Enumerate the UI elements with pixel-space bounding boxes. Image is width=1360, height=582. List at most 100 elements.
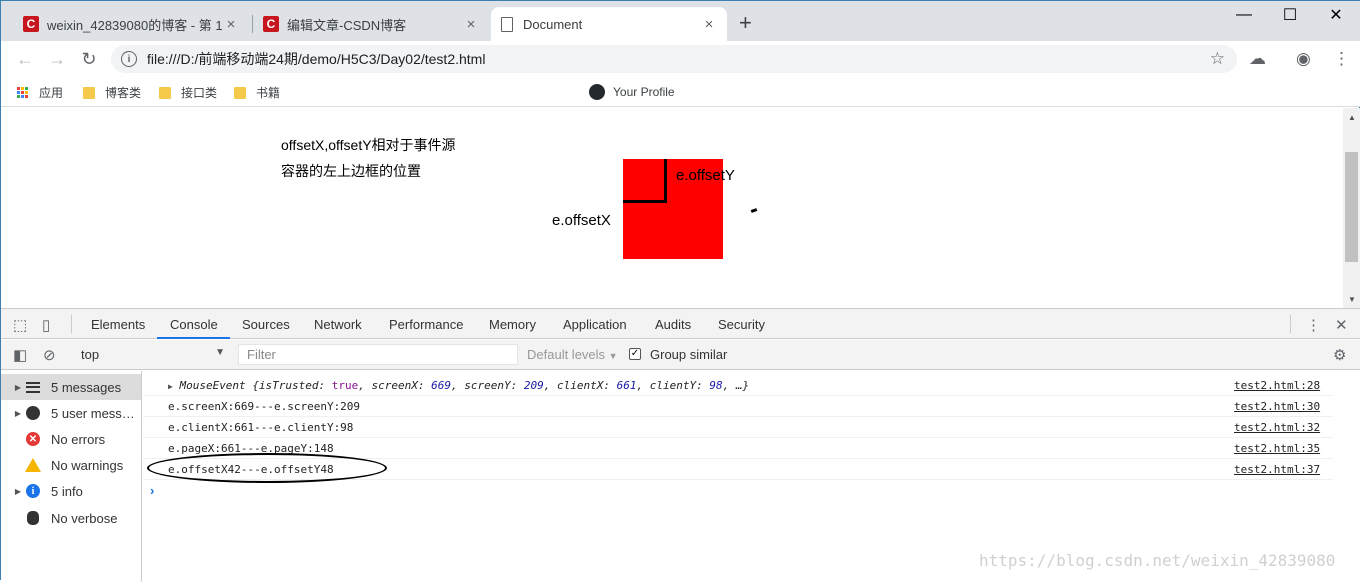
close-window-button[interactable]: ✕ xyxy=(1313,1,1359,29)
sidebar-item-user-messages[interactable]: ▶ 5 user mess… xyxy=(1,400,141,426)
star-icon[interactable]: ☆ xyxy=(1210,49,1225,69)
log-row-mouseevent[interactable]: ▶ MouseEvent {isTrusted: true, screenX: … xyxy=(143,375,1333,396)
maximize-button[interactable]: ☐ xyxy=(1267,1,1313,29)
settings-gear-icon[interactable]: ⚙ xyxy=(1333,346,1346,364)
address-bar[interactable]: i file:///D:/前端移动端24期/demo/H5C3/Day02/te… xyxy=(111,45,1237,73)
scroll-up-icon[interactable]: ▲ xyxy=(1348,113,1356,122)
folder-icon xyxy=(83,86,95,99)
minimize-button[interactable]: — xyxy=(1221,1,1267,29)
filter-input[interactable]: Filter xyxy=(238,344,518,365)
inspect-icon[interactable]: ⬚ xyxy=(13,316,27,334)
console-prompt-icon[interactable]: › xyxy=(150,483,154,498)
sidebar-item-warnings[interactable]: No warnings xyxy=(1,452,141,478)
event-screen-x: 669 xyxy=(431,379,452,392)
bookmark-apps[interactable]: 应用 xyxy=(17,84,63,101)
bookmark-label: 应用 xyxy=(39,86,64,100)
close-icon[interactable]: × xyxy=(463,16,479,33)
forward-button[interactable]: → xyxy=(45,47,69,71)
group-similar-checkbox[interactable]: ✓ xyxy=(629,348,641,360)
default-levels-select[interactable]: Default levels ▼ xyxy=(527,347,618,362)
apps-icon xyxy=(17,86,29,99)
device-toggle-icon[interactable]: ▯ xyxy=(42,316,50,334)
sidebar-item-label: No errors xyxy=(51,431,106,447)
scrollbar-thumb[interactable] xyxy=(1345,152,1358,262)
page-content: offsetX,offsetY相对于事件源 容器的左上边框的位置 e.offse… xyxy=(1,108,1343,308)
levels-label: Default levels xyxy=(527,347,606,362)
log-message: ▶ MouseEvent {isTrusted: true, screenX: … xyxy=(168,379,750,392)
sidebar-item-errors[interactable]: ✕ No errors xyxy=(1,426,141,452)
tab-elements[interactable]: Elements xyxy=(91,317,145,332)
reload-button[interactable]: ↻ xyxy=(77,47,101,71)
log-row: e.clientX:661---e.clientY:98 test2.html:… xyxy=(143,417,1333,438)
tab-strip: C weixin_42839080的博客 - 第 1 × C 编辑文章-CSDN… xyxy=(1,1,1360,41)
scroll-down-icon[interactable]: ▼ xyxy=(1348,295,1356,304)
tab-performance[interactable]: Performance xyxy=(389,317,463,332)
console-sidebar: ▶ 5 messages ▶ 5 user mess… ✕ No errors … xyxy=(1,371,142,582)
bookmark-api[interactable]: 接口类 xyxy=(159,84,217,101)
sidebar-toggle-icon[interactable]: ◧ xyxy=(13,346,27,364)
document-icon xyxy=(501,16,513,32)
info-icon[interactable]: i xyxy=(121,51,137,67)
expand-arrow-icon[interactable]: ▶ xyxy=(11,409,25,418)
sidebar-item-verbose[interactable]: No verbose xyxy=(1,505,141,531)
bookmarks-bar: 应用 博客类 接口类 书籍 Your Profile xyxy=(1,77,1360,107)
chevron-down-icon: ▼ xyxy=(608,351,618,361)
tab-document[interactable]: Document × xyxy=(491,7,727,41)
url-text: file:///D:/前端移动端24期/demo/H5C3/Day02/test… xyxy=(147,51,486,67)
tab-sources[interactable]: Sources xyxy=(242,317,290,332)
folder-icon xyxy=(159,86,171,99)
tab-audits[interactable]: Audits xyxy=(655,317,691,332)
new-tab-button[interactable]: + xyxy=(739,10,752,36)
offset-x-label: e.offsetX xyxy=(552,212,611,229)
expand-arrow-icon[interactable]: ▶ xyxy=(168,382,173,391)
back-button[interactable]: ← xyxy=(13,47,37,71)
close-icon[interactable]: × xyxy=(223,16,239,33)
log-source-link[interactable]: test2.html:28 xyxy=(1234,379,1320,392)
tab-security[interactable]: Security xyxy=(718,317,765,332)
bookmark-label: 接口类 xyxy=(181,86,218,100)
close-devtools-icon[interactable]: ✕ xyxy=(1335,316,1348,334)
profile-icon[interactable]: ◉ xyxy=(1296,49,1311,69)
event-client-y: 98 xyxy=(709,379,723,392)
sidebar-item-messages[interactable]: ▶ 5 messages xyxy=(1,374,141,400)
tab-application[interactable]: Application xyxy=(563,317,627,332)
context-select[interactable]: top ▼ xyxy=(73,345,229,365)
tab-blog-home[interactable]: C weixin_42839080的博客 - 第 1 × xyxy=(13,7,249,41)
active-tab-indicator xyxy=(157,337,230,339)
expand-arrow-icon[interactable]: ▶ xyxy=(11,487,25,496)
log-source-link[interactable]: test2.html:35 xyxy=(1234,442,1320,455)
tab-network[interactable]: Network xyxy=(314,317,362,332)
tab-edit-article[interactable]: C 编辑文章-CSDN博客 × xyxy=(253,7,489,41)
sidebar-item-label: 5 messages xyxy=(51,379,122,395)
user-icon xyxy=(25,405,41,421)
log-row: e.screenX:669---e.screenY:209 test2.html… xyxy=(143,396,1333,417)
description-line-1: offsetX,offsetY相对于事件源 xyxy=(281,137,456,153)
page-scrollbar[interactable]: ▲ ▼ xyxy=(1343,108,1360,308)
log-source-link[interactable]: test2.html:30 xyxy=(1234,400,1320,413)
tab-console[interactable]: Console xyxy=(170,317,218,332)
bookmark-books[interactable]: 书籍 xyxy=(234,84,280,101)
menu-icon[interactable]: ⋮ xyxy=(1333,49,1350,69)
info-icon: i xyxy=(25,483,41,499)
offset-x-line xyxy=(623,200,667,203)
expand-arrow-icon[interactable]: ▶ xyxy=(11,383,25,392)
sidebar-item-info[interactable]: ▶ i 5 info xyxy=(1,478,141,504)
bookmark-your-profile[interactable]: Your Profile xyxy=(589,84,675,100)
more-options-icon[interactable]: ⋮ xyxy=(1306,316,1321,334)
tab-title: weixin_42839080的博客 - 第 1 xyxy=(47,17,223,33)
reload-icon: ↻ xyxy=(81,48,97,69)
bookmark-label: Your Profile xyxy=(613,85,675,99)
log-source-link[interactable]: test2.html:32 xyxy=(1234,421,1320,434)
close-icon[interactable]: × xyxy=(701,16,717,33)
tab-memory[interactable]: Memory xyxy=(489,317,536,332)
highlight-ellipse xyxy=(147,453,387,483)
log-source-link[interactable]: test2.html:37 xyxy=(1234,463,1320,476)
extension-icon[interactable]: ☁ xyxy=(1249,49,1266,69)
clear-console-icon[interactable]: ⊘ xyxy=(43,346,56,364)
csdn-icon: C xyxy=(263,16,279,32)
error-icon: ✕ xyxy=(25,431,41,447)
bookmark-blogs[interactable]: 博客类 xyxy=(83,84,141,101)
folder-icon xyxy=(234,86,246,99)
event-screen-y: 209 xyxy=(523,379,544,392)
log-message: e.clientX:661---e.clientY:98 xyxy=(168,421,354,434)
